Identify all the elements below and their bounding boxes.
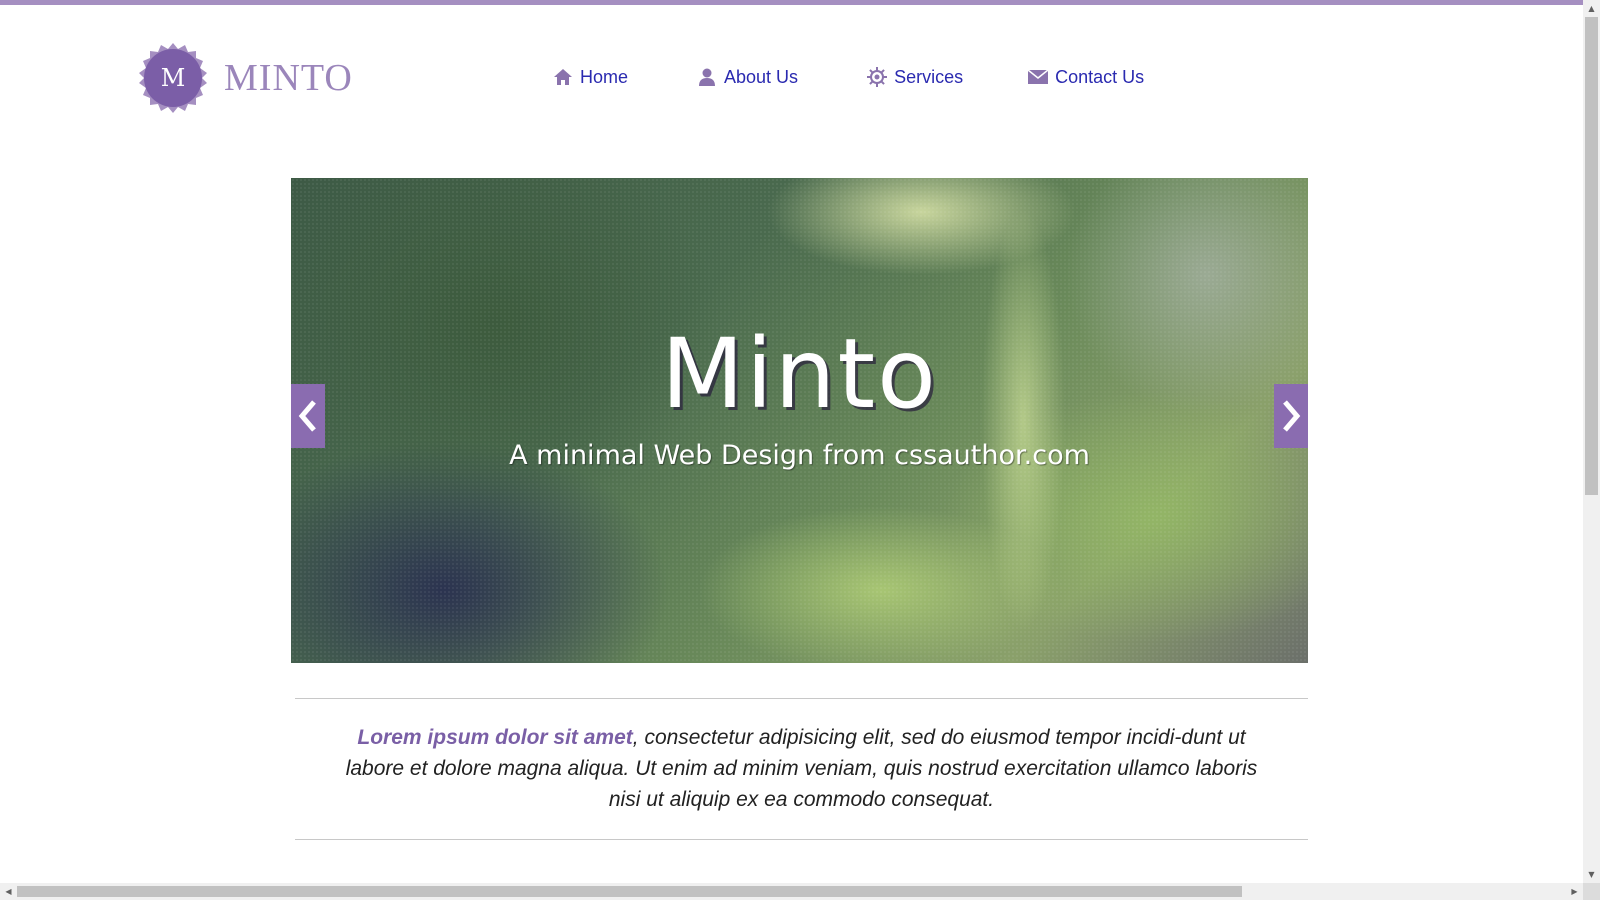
- vertical-scroll-thumb[interactable]: [1585, 17, 1598, 495]
- divider-bottom: [295, 839, 1308, 840]
- gear-icon: [866, 66, 888, 88]
- nav-contact-label: Contact Us: [1055, 66, 1145, 87]
- slider-title: Minto: [661, 318, 938, 430]
- slider-prev-button[interactable]: [291, 384, 325, 448]
- scrollbar-corner: [1583, 883, 1600, 900]
- site-logo[interactable]: M MINTO: [138, 42, 353, 114]
- home-icon: [552, 66, 574, 88]
- top-accent-bar: [0, 0, 1583, 5]
- horizontal-scrollbar[interactable]: ◀ ▶: [0, 883, 1583, 900]
- user-icon: [696, 66, 718, 88]
- logo-text: MINTO: [224, 57, 353, 99]
- horizontal-scroll-thumb[interactable]: [17, 886, 1242, 897]
- vertical-scrollbar[interactable]: ▲ ▼: [1583, 0, 1600, 900]
- nav-services-label: Services: [894, 66, 964, 87]
- nav-home-label: Home: [580, 66, 629, 87]
- nav-item-about[interactable]: About Us: [696, 66, 798, 88]
- scroll-up-button[interactable]: ▲: [1583, 0, 1600, 17]
- slider-subtitle: A minimal Web Design from cssauthor.com: [509, 440, 1090, 471]
- nav-item-services[interactable]: Services: [866, 66, 963, 88]
- divider-top: [295, 698, 1308, 699]
- nav-about-label: About Us: [724, 66, 799, 87]
- scroll-down-button[interactable]: ▼: [1583, 866, 1600, 883]
- logo-letter: M: [160, 64, 186, 92]
- logo-badge: M: [138, 43, 208, 113]
- intro-lead: Lorem ipsum dolor sit amet: [357, 726, 633, 749]
- intro-paragraph: Lorem ipsum dolor sit amet, consectetur …: [340, 722, 1263, 815]
- chevron-left-icon: [298, 400, 316, 432]
- scroll-left-button[interactable]: ◀: [0, 883, 17, 900]
- nav-item-contact[interactable]: Contact Us: [1027, 66, 1144, 88]
- hero-slider: Minto A minimal Web Design from cssautho…: [291, 178, 1308, 663]
- slider-next-button[interactable]: [1274, 384, 1308, 448]
- chevron-right-icon: [1283, 400, 1301, 432]
- main-nav: Home About Us Services Contact Us: [552, 66, 1144, 88]
- scroll-right-button[interactable]: ▶: [1566, 883, 1583, 900]
- nav-item-home[interactable]: Home: [552, 66, 628, 88]
- mail-icon: [1027, 66, 1049, 88]
